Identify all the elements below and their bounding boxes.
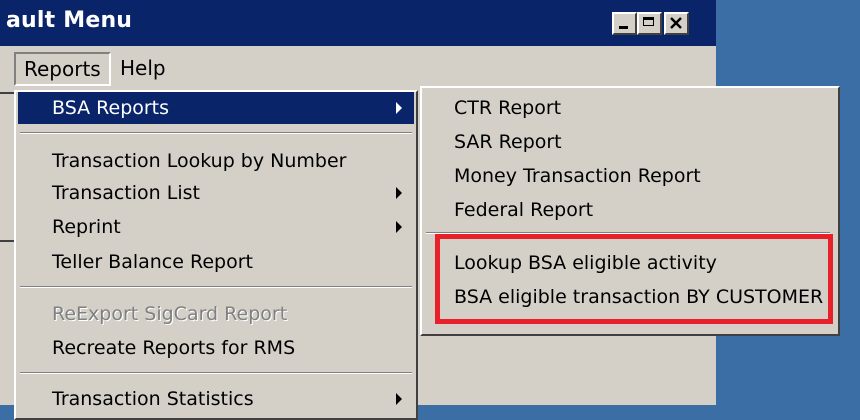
submenu-arrow-icon	[396, 102, 402, 114]
submenu-item-label: Money Transaction Report	[454, 165, 701, 187]
minimize-button[interactable]	[612, 12, 637, 35]
menu-item-label: Recreate Reports for RMS	[52, 337, 296, 359]
menu-separator	[20, 286, 412, 288]
submenu-item-label: Federal Report	[454, 199, 594, 221]
submenu-item-sar-report[interactable]: SAR Report	[424, 126, 836, 158]
window-edge-fragment	[0, 92, 14, 94]
menu-item-label: Transaction Statistics	[52, 388, 254, 410]
title-bar[interactable]: ault Menu	[0, 0, 716, 46]
close-icon	[670, 17, 682, 29]
menu-item-label: ReExport SigCard Report	[52, 303, 288, 325]
submenu-item-label: CTR Report	[454, 97, 562, 119]
window-edge-fragment	[0, 240, 14, 242]
submenu-arrow-icon	[396, 221, 402, 233]
submenu-arrow-icon	[396, 187, 402, 199]
menu-item-label: Transaction List	[52, 182, 200, 204]
window-title: ault Menu	[6, 8, 133, 33]
menu-item-bsa-reports[interactable]: BSA Reports	[18, 92, 414, 124]
highlight-annotation-box	[435, 234, 833, 324]
bsa-reports-submenu: CTR Report SAR Report Money Transaction …	[420, 86, 840, 336]
menu-help[interactable]: Help	[112, 52, 174, 84]
menu-item-label: Reprint	[52, 216, 121, 238]
menu-separator	[20, 372, 412, 374]
menu-separator	[20, 132, 412, 134]
menu-item-recreate-reports[interactable]: Recreate Reports for RMS	[18, 332, 414, 364]
menu-bar: Reports Help	[0, 46, 716, 88]
maximize-button[interactable]	[637, 12, 662, 35]
submenu-arrow-icon	[396, 393, 402, 405]
menu-item-transaction-statistics[interactable]: Transaction Statistics	[18, 383, 414, 415]
menu-reports[interactable]: Reports	[14, 52, 111, 86]
submenu-item-federal-report[interactable]: Federal Report	[424, 194, 836, 226]
menu-item-reexport-sigcard: ReExport SigCard Report	[18, 298, 414, 330]
close-button[interactable]	[664, 12, 689, 35]
submenu-item-money-transaction-report[interactable]: Money Transaction Report	[424, 160, 836, 192]
menu-item-label: BSA Reports	[52, 97, 170, 119]
menu-item-reprint[interactable]: Reprint	[18, 211, 414, 243]
menu-item-transaction-list[interactable]: Transaction List	[18, 177, 414, 209]
menu-item-teller-balance[interactable]: Teller Balance Report	[18, 246, 414, 278]
menu-item-transaction-lookup[interactable]: Transaction Lookup by Number	[18, 145, 414, 177]
menu-item-label: Teller Balance Report	[52, 251, 253, 273]
reports-dropdown-menu: BSA Reports Transaction Lookup by Number…	[14, 90, 418, 420]
menu-item-label: Transaction Lookup by Number	[52, 150, 347, 172]
submenu-item-label: SAR Report	[454, 131, 562, 153]
submenu-item-ctr-report[interactable]: CTR Report	[424, 92, 836, 124]
